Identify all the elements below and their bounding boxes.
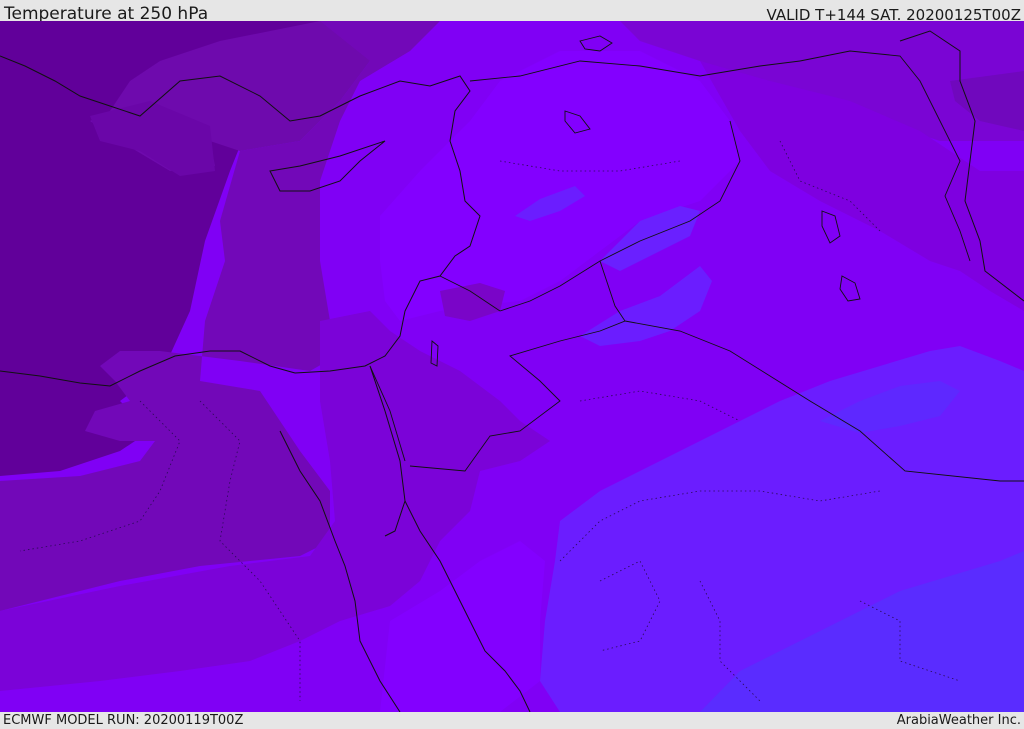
map-canvas[interactable] — [0, 21, 1024, 712]
footer-bar: ECMWF MODEL RUN: 20200119T00Z ArabiaWeat… — [0, 712, 1024, 729]
weather-map-page: Temperature at 250 hPa VALID T+144 SAT. … — [0, 0, 1024, 729]
model-run-label: ECMWF MODEL RUN: 20200119T00Z — [3, 713, 244, 728]
header-bar: Temperature at 250 hPa VALID T+144 SAT. … — [0, 0, 1024, 24]
credit-label: ArabiaWeather Inc. — [896, 713, 1021, 728]
temperature-map-svg — [0, 21, 1024, 712]
